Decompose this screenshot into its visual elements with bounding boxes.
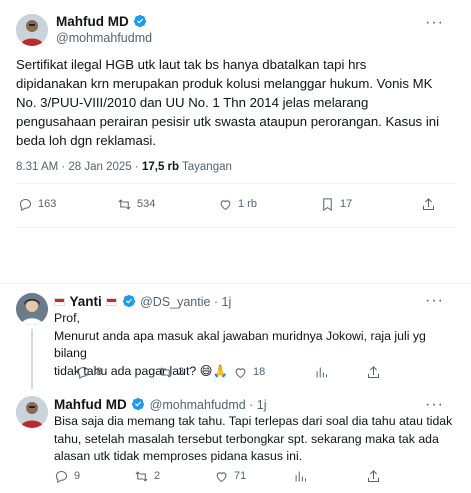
share-button[interactable] <box>366 467 381 485</box>
reply-button[interactable]: 163 <box>18 195 56 213</box>
thread-line <box>31 329 33 389</box>
indonesia-flag-icon <box>106 298 118 306</box>
share-icon <box>368 365 379 378</box>
repost-count: 534 <box>137 198 156 210</box>
like-button[interactable]: 1 rb <box>218 195 257 213</box>
bookmark-count: 17 <box>340 198 353 210</box>
repost-button[interactable]: 2 <box>134 467 160 485</box>
like-count: 18 <box>253 366 266 378</box>
bookmark-icon <box>323 197 332 211</box>
reply-count: 9 <box>74 470 81 482</box>
divider <box>16 227 455 228</box>
views-icon <box>295 471 306 481</box>
author-name[interactable]: Mahfud MD <box>56 14 129 29</box>
bookmark-button[interactable]: 17 <box>320 195 352 213</box>
tweet-timestamp[interactable]: 8.31 AM · 28 Jan 2025 · <box>16 161 142 173</box>
repost-icon <box>159 366 172 378</box>
more-icon[interactable]: ··· <box>425 396 444 414</box>
reply-text: Bisa saja dia memang tak tahu. Tapi terl… <box>54 414 453 463</box>
author-name[interactable]: Mahfud MD <box>54 397 127 412</box>
like-button[interactable]: 18 <box>233 363 265 381</box>
avatar-mahfud[interactable] <box>16 396 48 428</box>
more-icon[interactable]: ··· <box>425 292 444 310</box>
views-icon <box>316 367 327 377</box>
repost-icon <box>135 470 148 482</box>
reply-count: 163 <box>38 198 57 210</box>
author-handle[interactable]: @mohmahfudmd · 1j <box>150 398 267 412</box>
views-button[interactable] <box>314 363 329 381</box>
like-count: 71 <box>234 470 247 482</box>
divider <box>0 283 471 284</box>
verified-badge-icon <box>122 294 135 308</box>
like-icon <box>216 471 227 482</box>
author-handle[interactable]: @mohmahfudmd <box>56 31 152 45</box>
like-icon <box>235 367 246 378</box>
repost-count: 2 <box>154 470 161 482</box>
share-button[interactable] <box>421 195 436 213</box>
reply-button[interactable]: 8 <box>76 363 102 381</box>
view-count: 17,5 rb <box>141 161 180 173</box>
tweet-meta: 8.31 AM · 28 Jan 2025 · 17,5 rb Tayangan <box>16 161 232 173</box>
views-label: Tayangan <box>179 161 232 173</box>
share-icon <box>368 469 379 482</box>
repost-count: 3 <box>178 366 185 378</box>
like-icon <box>220 199 231 210</box>
reply-count: 8 <box>96 366 103 378</box>
divider <box>16 183 455 184</box>
indonesia-flag-icon <box>54 298 65 306</box>
like-count: 1 rb <box>238 198 257 210</box>
reply-icon <box>77 366 90 379</box>
author-name[interactable]: Yanti <box>69 294 101 309</box>
repost-button[interactable]: 3 <box>158 363 184 381</box>
share-button[interactable] <box>366 363 381 381</box>
share-icon <box>423 197 434 210</box>
avatar-mahfud[interactable] <box>16 14 48 46</box>
repost-button[interactable]: 534 <box>117 195 155 213</box>
more-icon[interactable]: ··· <box>425 14 444 32</box>
reply-icon <box>55 470 68 483</box>
reply-button[interactable]: 9 <box>54 467 80 485</box>
views-button[interactable] <box>293 467 308 485</box>
avatar-yanti[interactable] <box>16 293 48 325</box>
repost-icon <box>118 198 131 210</box>
like-button[interactable]: 71 <box>214 467 246 485</box>
reply-icon <box>19 198 32 211</box>
tweet-text: Sertifikat ilegal HGB utk laut tak bs ha… <box>16 57 440 148</box>
author-handle[interactable]: @DS_yantie · 1j <box>140 295 231 309</box>
verified-badge-icon <box>134 14 147 28</box>
verified-badge-icon <box>132 397 145 411</box>
